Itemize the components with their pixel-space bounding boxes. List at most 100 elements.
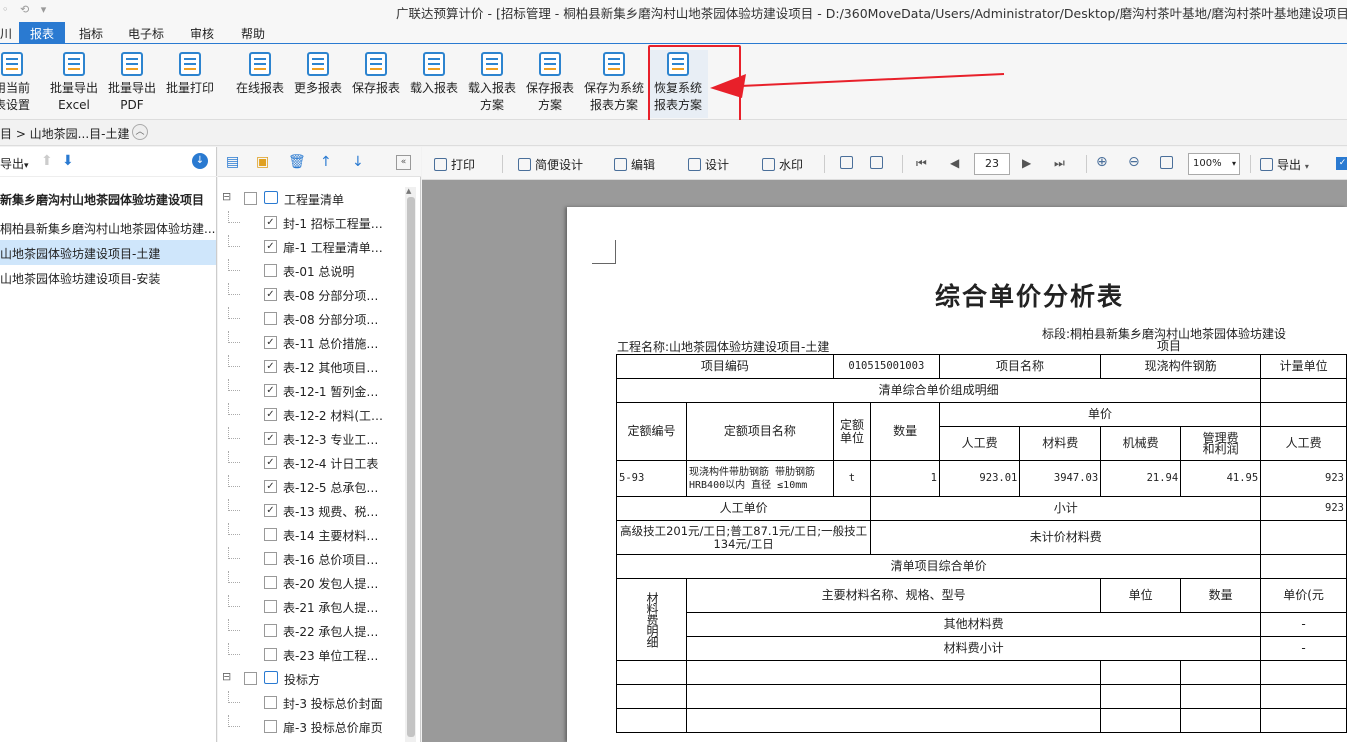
- batch-print-button[interactable]: 批量打印: [160, 50, 220, 118]
- zoom-select[interactable]: 100% ▾: [1188, 153, 1240, 175]
- report-checkbox[interactable]: ✓: [264, 336, 277, 349]
- menu-review[interactable]: 审核: [190, 25, 214, 42]
- page-number-input[interactable]: 23: [974, 153, 1010, 175]
- report-checkbox[interactable]: [264, 624, 277, 637]
- simple-design-button[interactable]: 简便设计: [518, 156, 583, 173]
- report-tree-item[interactable]: 表-08 分部分项…: [218, 307, 404, 331]
- report-tree-item[interactable]: ✓ 表-12-5 总承包…: [218, 475, 404, 499]
- last-page-icon[interactable]: ⏭: [1054, 156, 1065, 171]
- report-tree-item[interactable]: ✓ 表-12-4 计日工表: [218, 451, 404, 475]
- report-checkbox[interactable]: ✓: [264, 480, 277, 493]
- delete-icon[interactable]: 🗑: [288, 154, 306, 170]
- expand-collapse-icon[interactable]: ⊟: [222, 190, 231, 203]
- report-tree-item[interactable]: ✓ 扉-1 工程量清单…: [218, 235, 404, 259]
- report-tree-item[interactable]: 表-01 总说明: [218, 259, 404, 283]
- design-button[interactable]: 设计: [688, 156, 729, 173]
- report-tree-item[interactable]: 封-3 投标总价封面: [218, 691, 404, 715]
- download-icon[interactable]: ↓: [192, 153, 208, 169]
- batch-export-excel-button[interactable]: 批量导出 Excel: [44, 50, 104, 118]
- zoom-out-icon[interactable]: ⊖: [1128, 154, 1140, 170]
- report-checkbox[interactable]: [264, 648, 277, 661]
- report-tree-item[interactable]: ✓ 表-12 其他项目…: [218, 355, 404, 379]
- new-folder-icon[interactable]: ▣: [256, 154, 269, 170]
- edit-button[interactable]: 编辑: [614, 156, 655, 173]
- report-checkbox[interactable]: ✓: [264, 456, 277, 469]
- report-checkbox[interactable]: [264, 600, 277, 613]
- tree-item-install[interactable]: 山地茶园体验坊建设项目-安装: [0, 265, 216, 290]
- report-tree-item[interactable]: 表-23 单位工程…: [218, 643, 404, 667]
- report-checkbox[interactable]: [264, 264, 277, 277]
- next-page-icon[interactable]: ▶: [1022, 156, 1031, 170]
- export-dropdown[interactable]: 导出▾: [0, 155, 29, 172]
- report-folder[interactable]: ⊟ 投标方: [218, 667, 404, 691]
- scrollbar[interactable]: ▲: [405, 187, 416, 742]
- menu-index[interactable]: 指标: [79, 25, 103, 42]
- double-page-icon[interactable]: [870, 156, 887, 170]
- zoom-in-icon[interactable]: ⊕: [1096, 154, 1108, 170]
- menu-report[interactable]: 报表: [19, 22, 66, 44]
- move-down-icon[interactable]: ⬇: [62, 153, 74, 169]
- report-checkbox[interactable]: [244, 672, 257, 685]
- report-checkbox[interactable]: [264, 528, 277, 541]
- report-checkbox[interactable]: ✓: [264, 360, 277, 373]
- collapse-icon[interactable]: ︿: [132, 124, 148, 140]
- report-checkbox[interactable]: [264, 552, 277, 565]
- report-tree-item[interactable]: 表-16 总价项目…: [218, 547, 404, 571]
- report-checkbox[interactable]: ✓: [264, 288, 277, 301]
- first-page-icon[interactable]: ⏮: [916, 156, 927, 171]
- menu-file[interactable]: 川: [0, 25, 12, 42]
- print-button[interactable]: 打印: [434, 156, 475, 173]
- report-tree-item[interactable]: 表-22 承包人提…: [218, 619, 404, 643]
- fit-page-icon[interactable]: [1160, 156, 1177, 170]
- tree-item-civil[interactable]: 山地茶园体验坊建设项目-土建: [0, 240, 216, 265]
- tree-item-root[interactable]: 新集乡磨沟村山地茶园体验坊建设项目: [0, 186, 216, 211]
- report-checkbox[interactable]: [264, 720, 277, 733]
- report-checkbox[interactable]: [264, 696, 277, 709]
- report-tree-item[interactable]: 表-14 主要材料…: [218, 523, 404, 547]
- move-up-icon[interactable]: ⬆: [41, 153, 53, 169]
- menu-electronic-bid[interactable]: 电子标: [128, 25, 164, 42]
- save-report-scheme-button[interactable]: 保存报表 方案: [520, 50, 580, 118]
- online-report-button[interactable]: 在线报表: [230, 50, 290, 118]
- expand-collapse-icon[interactable]: ⊟: [222, 670, 231, 683]
- watermark-button[interactable]: 水印: [762, 156, 803, 173]
- save-as-system-scheme-button[interactable]: 保存为系统 报表方案: [580, 50, 648, 118]
- export-button[interactable]: 导出 ▾: [1260, 156, 1309, 173]
- report-checkbox[interactable]: ✓: [264, 384, 277, 397]
- report-checkbox[interactable]: ✓: [264, 504, 277, 517]
- new-report-icon[interactable]: ▤: [226, 154, 239, 170]
- report-tree-item[interactable]: ✓ 表-13 规费、税…: [218, 499, 404, 523]
- more-reports-button[interactable]: 更多报表: [288, 50, 348, 118]
- move-up-icon[interactable]: ↑: [320, 154, 332, 170]
- report-checkbox[interactable]: ✓: [264, 432, 277, 445]
- checkbox[interactable]: ✓: [1336, 157, 1347, 170]
- report-checkbox[interactable]: [244, 192, 257, 205]
- load-report-scheme-button[interactable]: 载入报表 方案: [462, 50, 522, 118]
- scroll-up-icon[interactable]: ▲: [406, 187, 411, 195]
- apply-current-settings-button[interactable]: 用当前 表设置: [0, 50, 42, 118]
- collapse-panel-icon[interactable]: «: [396, 155, 411, 170]
- report-checkbox[interactable]: ✓: [264, 408, 277, 421]
- tree-item-project[interactable]: 桐柏县新集乡磨沟村山地茶园体验坊建...: [0, 215, 216, 240]
- move-down-icon[interactable]: ↓: [352, 154, 364, 170]
- single-page-icon[interactable]: [840, 156, 857, 170]
- report-tree-item[interactable]: ✓ 表-12-3 专业工…: [218, 427, 404, 451]
- report-folder[interactable]: ⊟ 工程量清单: [218, 187, 404, 211]
- report-checkbox[interactable]: [264, 312, 277, 325]
- report-tree-item[interactable]: 表-21 承包人提…: [218, 595, 404, 619]
- report-checkbox[interactable]: ✓: [264, 240, 277, 253]
- report-tree-item[interactable]: ✓ 表-12-1 暂列金…: [218, 379, 404, 403]
- report-checkbox[interactable]: ✓: [264, 216, 277, 229]
- report-checkbox[interactable]: [264, 576, 277, 589]
- report-tree-item[interactable]: ✓ 表-08 分部分项…: [218, 283, 404, 307]
- quick-access-toolbar[interactable]: ◦ ⟲ ▾: [2, 3, 50, 16]
- report-tree-item[interactable]: ✓ 封-1 招标工程量…: [218, 211, 404, 235]
- report-tree-item[interactable]: 扉-3 投标总价扉页: [218, 715, 404, 739]
- prev-page-icon[interactable]: ◀: [950, 156, 959, 170]
- save-report-button[interactable]: 保存报表: [346, 50, 406, 118]
- report-tree-item[interactable]: ✓ 表-12-2 材料(工…: [218, 403, 404, 427]
- breadcrumb[interactable]: 目 > 山地茶园...目-土建: [0, 125, 129, 142]
- report-tree-item[interactable]: ✓ 表-11 总价措施…: [218, 331, 404, 355]
- load-report-button[interactable]: 载入报表: [404, 50, 464, 118]
- menu-help[interactable]: 帮助: [241, 25, 265, 42]
